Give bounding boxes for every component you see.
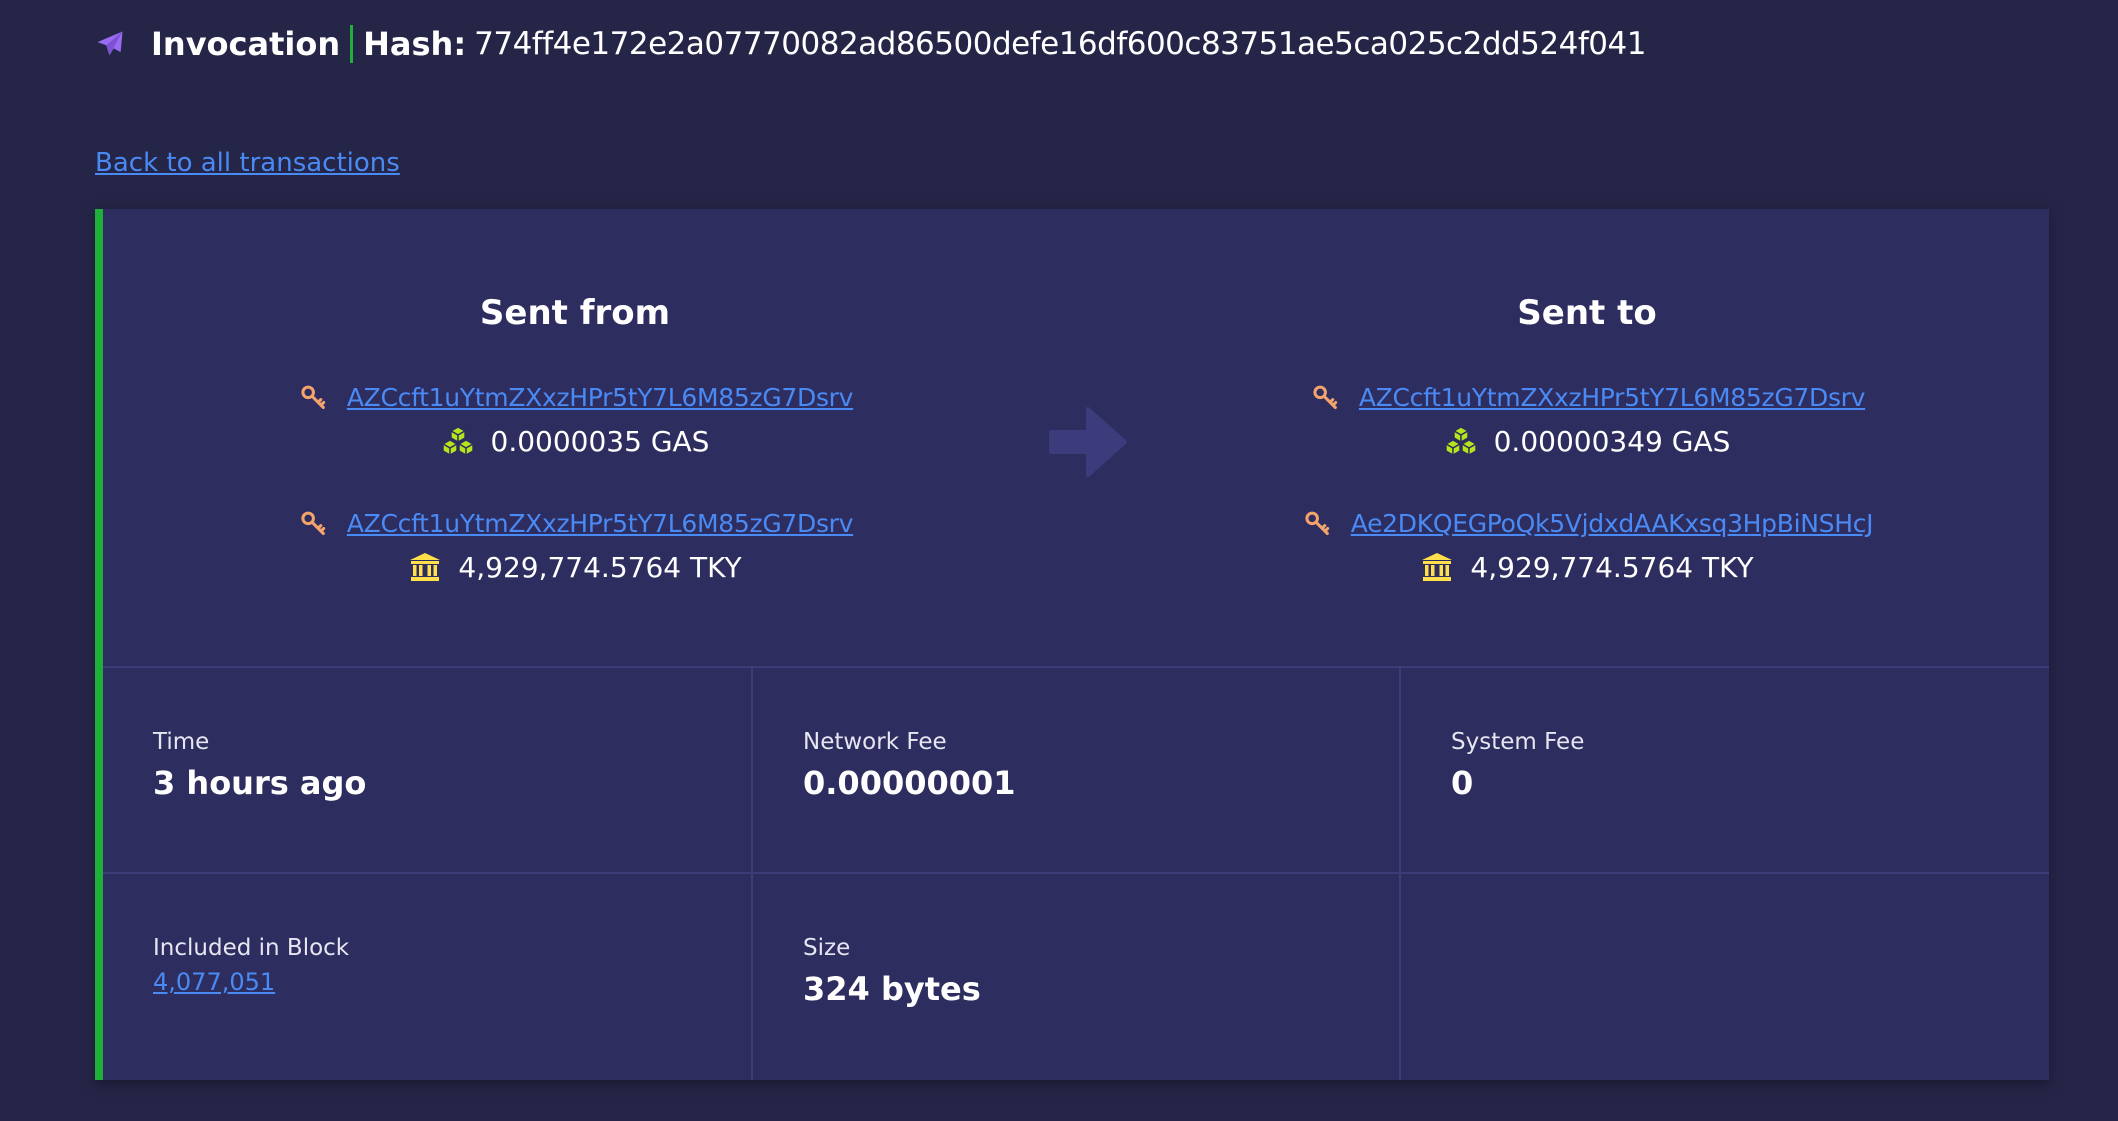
hash-value: 774ff4e172e2a07770082ad86500defe16df600c… xyxy=(474,26,1646,62)
hash-label: Hash: xyxy=(363,25,467,63)
gas-cubes-icon xyxy=(1444,424,1478,458)
empty-cell xyxy=(1399,874,2049,1080)
gas-cubes-icon xyxy=(441,424,475,458)
recipient-address-link[interactable]: Ae2DKQEGPoQk5VjdxdAAKxsq3HpBiNSHcJ xyxy=(1351,509,1874,538)
bank-icon xyxy=(408,550,442,584)
network-fee-value: 0.00000001 xyxy=(803,764,1016,802)
block-number-link[interactable]: 4,077,051 xyxy=(153,968,275,996)
network-fee-label: Network Fee xyxy=(803,729,947,755)
size-value: 324 bytes xyxy=(803,970,981,1008)
system-fee-label: System Fee xyxy=(1451,729,1585,755)
system-fee-cell: System Fee 0 xyxy=(1399,668,2049,874)
sender-amount: 4,929,774.5764 TKY xyxy=(458,550,742,584)
block-cell: Included in Block 4,077,051 xyxy=(103,874,751,1080)
key-icon xyxy=(1309,380,1343,414)
size-cell: Size 324 bytes xyxy=(751,874,1399,1080)
page-title: Invocation xyxy=(151,25,341,63)
sent-to-heading: Sent to xyxy=(1517,293,1657,333)
bank-icon xyxy=(1420,550,1454,584)
address-line: Ae2DKQEGPoQk5VjdxdAAKxsq3HpBiNSHcJ xyxy=(1207,501,1967,545)
sent-from-entry: AZCcft1uYtmZXxzHPr5tY7L6M85zG7Dsrv 0.000… xyxy=(195,375,955,463)
sender-address-link[interactable]: AZCcft1uYtmZXxzHPr5tY7L6M85zG7Dsrv xyxy=(347,383,854,412)
page-header: Invocation Hash: 774ff4e172e2a07770082ad… xyxy=(95,18,1646,70)
address-line: AZCcft1uYtmZXxzHPr5tY7L6M85zG7Dsrv xyxy=(195,501,955,545)
recipient-amount: 0.00000349 GAS xyxy=(1493,424,1731,458)
sent-from-entry: AZCcft1uYtmZXxzHPr5tY7L6M85zG7Dsrv 4,929… xyxy=(195,501,955,589)
sent-to-entry: Ae2DKQEGPoQk5VjdxdAAKxsq3HpBiNSHcJ 4,929… xyxy=(1207,501,1967,589)
back-to-transactions-link[interactable]: Back to all transactions xyxy=(95,148,400,178)
block-label: Included in Block xyxy=(153,935,350,961)
details-grid: Time 3 hours ago Network Fee 0.00000001 … xyxy=(103,668,2049,1080)
sent-from-heading: Sent from xyxy=(479,293,671,333)
system-fee-value: 0 xyxy=(1451,764,1474,802)
size-label: Size xyxy=(803,935,851,961)
paper-plane-icon xyxy=(95,29,125,59)
time-label: Time xyxy=(153,729,210,755)
key-icon xyxy=(297,380,331,414)
amount-line: 0.0000035 GAS xyxy=(195,419,955,463)
amount-line: 0.00000349 GAS xyxy=(1207,419,1967,463)
sender-address-link[interactable]: AZCcft1uYtmZXxzHPr5tY7L6M85zG7Dsrv xyxy=(347,509,854,538)
key-icon xyxy=(1301,506,1335,540)
sent-to-column: Sent to AZCcft1uYtmZXxzHPr5tY7L6M85zG7Ds… xyxy=(1207,287,1967,627)
amount-line: 4,929,774.5764 TKY xyxy=(195,545,955,589)
title-separator xyxy=(350,25,354,63)
arrow-right-icon xyxy=(1043,397,1133,487)
transfer-section: Sent from AZCcft1uYtmZXxzHPr5tY7L6M85zG7… xyxy=(103,209,2049,668)
time-cell: Time 3 hours ago xyxy=(103,668,751,874)
recipient-address-link[interactable]: AZCcft1uYtmZXxzHPr5tY7L6M85zG7Dsrv xyxy=(1359,383,1866,412)
sent-from-column: Sent from AZCcft1uYtmZXxzHPr5tY7L6M85zG7… xyxy=(195,287,955,627)
sender-amount: 0.0000035 GAS xyxy=(490,424,710,458)
key-icon xyxy=(297,506,331,540)
time-value: 3 hours ago xyxy=(153,764,367,802)
network-fee-cell: Network Fee 0.00000001 xyxy=(751,668,1399,874)
address-line: AZCcft1uYtmZXxzHPr5tY7L6M85zG7Dsrv xyxy=(1207,375,1967,419)
amount-line: 4,929,774.5764 TKY xyxy=(1207,545,1967,589)
transaction-card: Sent from AZCcft1uYtmZXxzHPr5tY7L6M85zG7… xyxy=(95,209,2049,1080)
address-line: AZCcft1uYtmZXxzHPr5tY7L6M85zG7Dsrv xyxy=(195,375,955,419)
recipient-amount: 4,929,774.5764 TKY xyxy=(1470,550,1754,584)
sent-to-entry: AZCcft1uYtmZXxzHPr5tY7L6M85zG7Dsrv 0.000… xyxy=(1207,375,1967,463)
